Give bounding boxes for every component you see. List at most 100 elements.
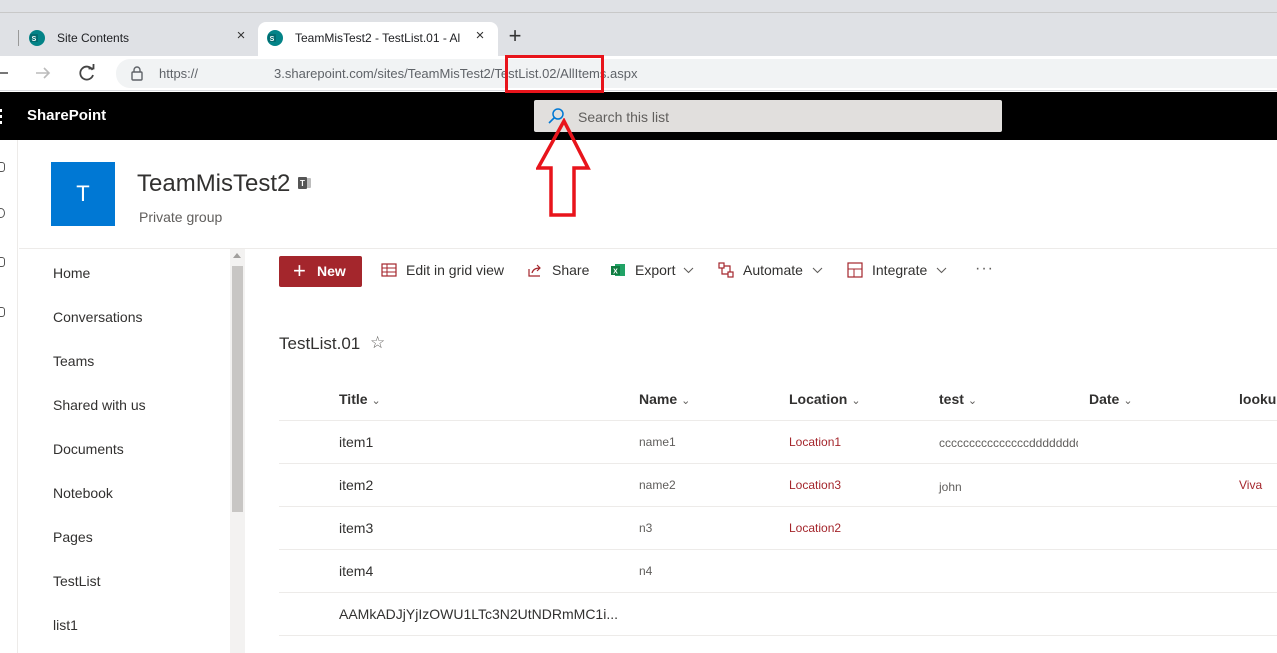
new-tab-button[interactable]: + (504, 25, 526, 47)
tab-separator (18, 30, 19, 46)
svg-text:X: X (613, 269, 618, 276)
row-title[interactable]: AAMkADJjYjIzOWU1LTc3N2UtNDRmMC1i... (339, 606, 618, 622)
column-header-label: Location (789, 391, 848, 407)
sharepoint-favicon-icon: S (267, 30, 283, 46)
row-title[interactable]: item3 (339, 520, 373, 536)
nav-teams[interactable]: Teams (53, 353, 94, 369)
automate-icon (718, 262, 734, 278)
grid-view-icon (381, 263, 397, 277)
search-list-box[interactable]: Search this list (534, 100, 1002, 132)
column-header-location[interactable]: Location ⌄ (789, 391, 861, 407)
annotation-up-arrow-icon (536, 118, 591, 217)
nav-testlist[interactable]: TestList (53, 573, 100, 589)
list-title: TestList.01 (279, 334, 361, 353)
sharepoint-brand[interactable]: SharePoint (27, 107, 106, 124)
annotation-highlight-box (505, 55, 604, 93)
close-tab-icon[interactable]: × (232, 27, 250, 45)
chevron-down-icon: ⌄ (851, 395, 861, 407)
column-header-test[interactable]: test ⌄ (939, 391, 977, 407)
rail-home-icon[interactable] (0, 162, 5, 172)
rail-page-icon[interactable] (0, 307, 5, 317)
site-subtitle: Private group (139, 209, 223, 225)
more-options-button[interactable]: ··· (975, 260, 994, 278)
row-title[interactable]: item4 (339, 563, 373, 579)
close-tab-icon[interactable]: × (471, 27, 489, 45)
row-name: n4 (639, 564, 653, 578)
nav-notebook[interactable]: Notebook (53, 485, 113, 501)
column-header-date[interactable]: Date ⌄ (1089, 391, 1133, 407)
row-divider (279, 592, 1277, 593)
app-launcher-icon[interactable] (0, 108, 6, 124)
row-divider (279, 420, 1277, 421)
nav-home[interactable]: Home (53, 265, 90, 281)
chevron-down-icon: ⌄ (1123, 395, 1133, 407)
row-divider (279, 549, 1277, 550)
row-location-link[interactable]: Location2 (789, 521, 841, 535)
favorite-star-icon[interactable]: ☆ (370, 333, 385, 353)
column-header-title[interactable]: Title ⌄ (339, 391, 381, 407)
forward-arrow-icon[interactable] (32, 62, 54, 84)
export-button[interactable]: Export (635, 262, 675, 278)
integrate-button[interactable]: Integrate (872, 262, 927, 278)
column-header-label: Name (639, 391, 678, 407)
nav-documents[interactable]: Documents (53, 441, 124, 457)
row-location-link[interactable]: Location1 (789, 435, 841, 449)
chevron-down-icon[interactable] (812, 266, 823, 274)
chevron-down-icon[interactable] (936, 266, 947, 274)
column-header-label: Title (339, 391, 368, 407)
chevron-down-icon: ⌄ (371, 395, 381, 407)
edit-grid-view-button[interactable]: Edit in grid view (406, 262, 504, 278)
share-icon (528, 264, 541, 277)
automate-button[interactable]: Automate (743, 262, 803, 278)
row-lookup-link[interactable]: Viva (1239, 478, 1262, 492)
rail-files-icon[interactable] (0, 257, 5, 267)
url-prefix: https:// (159, 66, 199, 81)
refresh-icon[interactable] (76, 62, 98, 84)
suite-bar: SharePoint Search this list (0, 92, 1277, 140)
nav-list1[interactable]: list1 (53, 617, 78, 633)
tab-testlist[interactable]: S TeamMisTest2 - TestList.01 - All It × (258, 22, 498, 56)
site-title[interactable]: TeamMisTest2 (137, 170, 290, 198)
row-location-link[interactable]: Location3 (789, 478, 841, 492)
column-header-label: Date (1089, 391, 1120, 407)
window-edge (0, 12, 1277, 13)
new-button[interactable]: + New (279, 256, 362, 287)
nav-pages[interactable]: Pages (53, 529, 93, 545)
row-name: name2 (639, 478, 676, 492)
nav-shared-with-us[interactable]: Shared with us (53, 397, 146, 413)
column-header-name[interactable]: Name ⌄ (639, 391, 690, 407)
row-name: name1 (639, 435, 676, 449)
url-field[interactable]: https://3.sharepoint.com/sites/TeamMisTe… (116, 59, 1277, 88)
site-logo[interactable]: T (51, 162, 115, 226)
nav-scrollbar-thumb[interactable] (232, 266, 243, 512)
teams-icon[interactable]: T (297, 175, 313, 191)
row-divider (279, 463, 1277, 464)
column-header-label: test (939, 391, 964, 407)
address-bar-row: https://3.sharepoint.com/sites/TeamMisTe… (0, 56, 1277, 91)
new-button-label: New (317, 263, 346, 279)
row-name: n3 (639, 521, 653, 535)
excel-icon: X (611, 264, 625, 276)
column-header-label: lookup (1239, 391, 1277, 407)
lock-icon (131, 66, 143, 81)
browser-tab-strip: S Site Contents × S TeamMisTest2 - TestL… (0, 0, 1277, 56)
row-test: john (939, 480, 962, 494)
svg-text:T: T (300, 179, 305, 188)
tab-site-contents[interactable]: S Site Contents × (20, 22, 258, 56)
row-test: cccccccccccccccdddddddd (939, 436, 1078, 450)
svg-text:S: S (270, 36, 275, 43)
share-button[interactable]: Share (552, 262, 589, 278)
row-divider (279, 635, 1277, 636)
back-arrow-icon[interactable] (0, 62, 14, 84)
chevron-down-icon: ⌄ (681, 395, 691, 407)
row-title[interactable]: item2 (339, 477, 373, 493)
nav-conversations[interactable]: Conversations (53, 309, 143, 325)
chevron-down-icon[interactable] (683, 266, 694, 274)
row-title[interactable]: item1 (339, 434, 373, 450)
column-header-lookup[interactable]: lookup (1239, 391, 1277, 407)
chevron-down-icon: ⌄ (967, 395, 978, 407)
rail-globe-icon[interactable] (0, 208, 5, 218)
integrate-icon (847, 262, 863, 278)
plus-icon: + (293, 258, 306, 283)
scroll-up-arrow-icon[interactable] (233, 253, 241, 258)
